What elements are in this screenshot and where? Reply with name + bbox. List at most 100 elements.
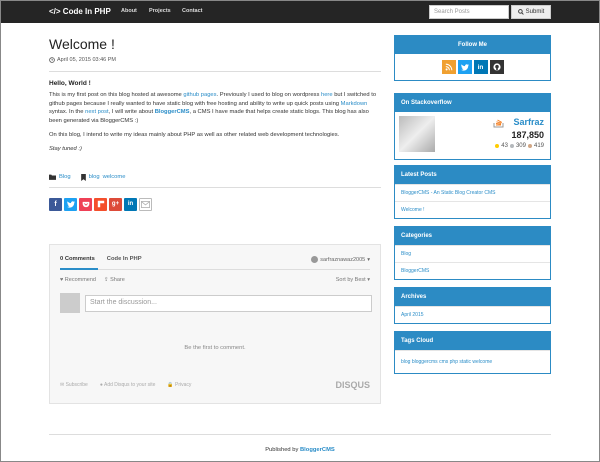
so-reputation: 187,850 (511, 130, 544, 140)
share-button[interactable]: ⇪ Share (104, 277, 125, 283)
text: . Previously I used to blog on wordpress (216, 92, 321, 98)
post-article: Welcome ! April 05, 2015 03:46 PM Hello,… (49, 36, 381, 211)
clock-icon (49, 57, 55, 63)
divider (60, 269, 370, 270)
linkedin-share-icon[interactable]: in (124, 197, 137, 211)
post-meta: Blog blog welcome (49, 173, 381, 181)
tab-site[interactable]: Code In PHP (107, 256, 142, 262)
nav-contact[interactable]: Contact (182, 8, 202, 14)
text: syntax. In the (49, 109, 86, 115)
stackoverflow-title: On Stackoverflow (395, 94, 550, 112)
subscribe-link[interactable]: ✉ Subscribe (60, 382, 88, 388)
add-disqus-link[interactable]: ● Add Disqus to your site (100, 382, 156, 388)
folder-icon (49, 174, 56, 180)
archives-title: Archives (395, 288, 550, 306)
silver-count: 309 (515, 143, 526, 149)
footer-text: Published by (265, 447, 300, 453)
latest-posts-panel: Latest Posts BloggerCMS - An Static Blog… (394, 165, 551, 219)
post-paragraph-1: This is my first post on this blog hoste… (49, 91, 381, 125)
disqus-username: sarfraznawaz2005 (320, 256, 366, 263)
category-link[interactable]: BloggerCMS (395, 262, 550, 279)
next-post-link[interactable]: next post (85, 109, 109, 115)
flipboard-share-icon[interactable] (94, 197, 107, 211)
tags-cloud-title: Tags Cloud (395, 332, 550, 350)
sort-dropdown[interactable]: Sort by Best ▾ (336, 277, 370, 283)
follow-panel: Follow Me in (394, 35, 551, 81)
privacy-link[interactable]: 🔒 Privacy (167, 382, 191, 388)
archives-panel: Archives April 2015 (394, 287, 551, 324)
footer-bloggercms-link[interactable]: BloggerCMS (300, 447, 335, 453)
disqus-user-menu[interactable]: sarfraznawaz2005 ▾ (311, 256, 370, 263)
add-disqus-label: Add Disqus to your site (103, 382, 156, 388)
disqus-tabs: 0 Comments Code In PHP (60, 256, 142, 262)
rss-icon[interactable] (441, 60, 456, 74)
lock-icon: 🔒 (167, 382, 174, 388)
bronze-badge-icon (527, 144, 532, 148)
silver-badge-icon (509, 144, 514, 148)
gold-badge-icon (495, 144, 500, 148)
linkedin-icon[interactable]: in (473, 60, 488, 74)
avatar (60, 293, 80, 313)
share-icon: ⇪ (103, 277, 109, 283)
empty-message: Be the first to comment. (184, 345, 246, 351)
bloggercms-link[interactable]: BloggerCMS (155, 109, 190, 115)
stackoverflow-panel: On Stackoverflow Sarfraz 187,850 43 309 … (394, 93, 551, 160)
disqus-thread: 0 Comments Code In PHP sarfraznawaz2005 … (49, 244, 381, 404)
bookmark-icon (80, 173, 86, 181)
navbar: </> Code In PHP About Projects Contact S… (1, 1, 599, 23)
post-greeting: Hello, World ! (49, 80, 91, 87)
github-icon[interactable] (489, 60, 504, 74)
share-label: Share (110, 277, 125, 283)
googleplus-share-icon[interactable]: g+ (109, 197, 122, 211)
post-date: April 05, 2015 03:46 PM (49, 57, 381, 63)
recommend-label: Recommend (64, 277, 96, 283)
text: , I will write about (108, 109, 155, 115)
tag-link-welcome[interactable]: welcome (103, 174, 126, 180)
facebook-share-icon[interactable]: f (49, 197, 62, 211)
category-link[interactable]: Blog (395, 245, 550, 262)
github-pages-link[interactable]: github pages (183, 92, 216, 98)
heart-icon: ♥ (60, 277, 64, 283)
disqus-logo[interactable]: DISQUS (335, 380, 370, 390)
markdown-link[interactable]: Markdown (341, 101, 368, 107)
tags-cloud-links[interactable]: blog bloggercms cms php static welcome (395, 350, 550, 373)
categories-panel: Categories Blog BloggerCMS (394, 226, 551, 280)
category-link[interactable]: Blog (59, 174, 71, 180)
tags-cloud-panel: Tags Cloud blog bloggercms cms php stati… (394, 331, 551, 374)
tab-comments[interactable]: 0 Comments (60, 256, 95, 262)
submit-button[interactable]: Submit (511, 5, 551, 19)
footer-divider (49, 434, 551, 435)
avatar (311, 256, 319, 263)
twitter-share-icon[interactable] (64, 197, 77, 211)
email-share-icon[interactable] (139, 197, 152, 211)
tag-link-blog[interactable]: blog (89, 174, 100, 180)
footer: Published by BloggerCMS (1, 447, 599, 453)
profile-photo (399, 116, 435, 152)
stackoverflow-flair[interactable]: Sarfraz 187,850 43 309 419 (395, 112, 550, 159)
categories-title: Categories (395, 227, 550, 245)
latest-post-link[interactable]: BloggerCMS - An Static Blog Creator CMS (395, 184, 550, 201)
gold-count: 43 (501, 143, 508, 149)
post-signoff: Stay tuned :) (49, 145, 82, 152)
twitter-icon[interactable] (457, 60, 472, 74)
bronze-count: 419 (533, 143, 544, 149)
follow-title: Follow Me (395, 36, 550, 54)
latest-posts-title: Latest Posts (395, 166, 550, 184)
disqus-icon: ● (99, 382, 103, 388)
submit-label: Submit (525, 9, 545, 15)
share-bar: f g+ in (49, 197, 381, 211)
chevron-down-icon: ▾ (367, 277, 370, 283)
search-input[interactable]: Search Posts (429, 5, 509, 19)
here-link[interactable]: here (321, 92, 333, 98)
subscribe-label: Subscribe (65, 382, 88, 388)
brand-link[interactable]: </> Code In PHP (49, 7, 111, 16)
nav-projects[interactable]: Projects (149, 8, 171, 14)
pocket-share-icon[interactable] (79, 197, 92, 211)
comment-input[interactable]: Start the discussion... (85, 295, 372, 312)
latest-post-link[interactable]: Welcome ! (395, 201, 550, 218)
archive-link[interactable]: April 2015 (395, 306, 550, 323)
nav-about[interactable]: About (121, 8, 137, 14)
recommend-button[interactable]: ♥ Recommend (60, 277, 96, 283)
privacy-label: Privacy (175, 382, 192, 388)
social-icons: in (395, 54, 550, 80)
